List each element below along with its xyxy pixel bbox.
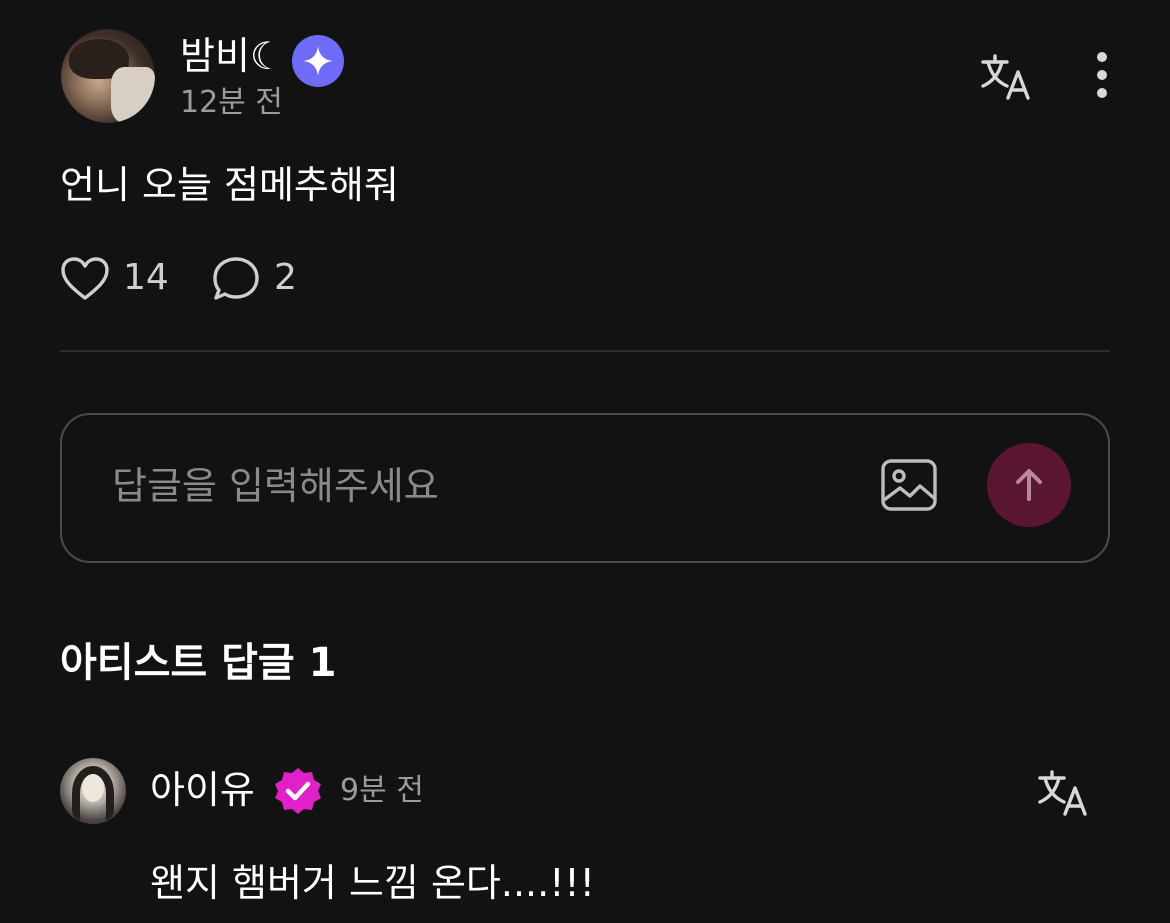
sparkle-badge-icon xyxy=(292,35,344,87)
reply-time: 9분 전 xyxy=(340,773,424,808)
post-time: 12분 전 xyxy=(180,85,283,120)
comment-count: 2 xyxy=(274,257,297,298)
avatar-face xyxy=(82,774,104,802)
sparkle-icon xyxy=(303,46,333,76)
image-attach-icon[interactable] xyxy=(880,458,938,512)
artist-name[interactable]: 아이유 xyxy=(150,766,255,814)
more-options-icon[interactable] xyxy=(1090,52,1114,104)
post-body: 언니 오늘 점메추해줘 xyxy=(60,163,399,207)
reply-body: 왠지 햄버거 느낌 온다....!!! xyxy=(150,861,595,905)
artist-avatar[interactable] xyxy=(60,758,126,824)
avatar-pillow xyxy=(111,67,155,123)
divider xyxy=(60,350,1110,352)
post-author-avatar[interactable] xyxy=(61,29,155,123)
reply-input[interactable] xyxy=(112,458,812,514)
verified-badge-icon xyxy=(273,766,323,816)
like-heart-icon[interactable] xyxy=(60,256,110,302)
translate-icon[interactable] xyxy=(980,52,1034,102)
send-button[interactable] xyxy=(987,443,1071,527)
post-author-name[interactable]: 밤비☾ xyxy=(180,32,284,80)
comment-bubble-icon[interactable] xyxy=(211,256,261,302)
arrow-up-icon xyxy=(1016,469,1042,501)
like-count: 14 xyxy=(123,257,169,298)
artist-replies-title: 아티스트 답글 1 xyxy=(60,640,337,686)
translate-icon[interactable] xyxy=(1037,768,1091,818)
